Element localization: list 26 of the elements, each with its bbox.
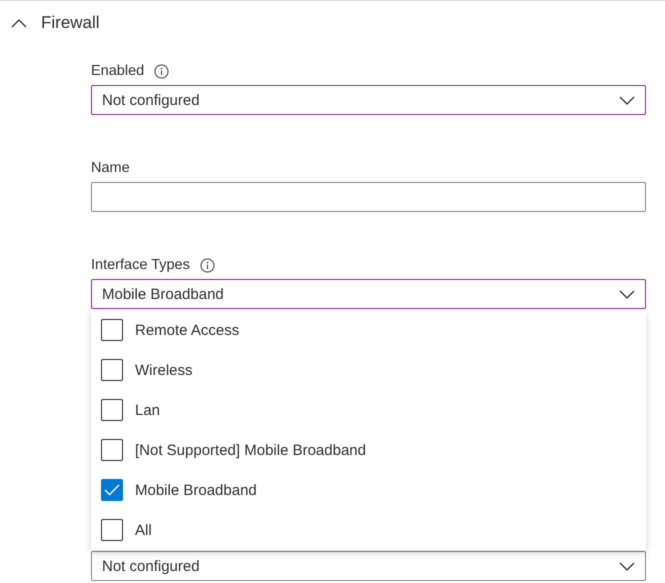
menu-option[interactable]: Remote Access [91, 310, 646, 350]
chevron-down-icon [619, 96, 635, 104]
info-icon[interactable] [200, 258, 215, 272]
chevron-down-icon [619, 562, 635, 570]
section-title: Firewall [41, 13, 100, 33]
info-icon[interactable] [154, 64, 170, 78]
menu-option[interactable]: Wireless [91, 350, 646, 390]
field-label: Interface Types [91, 257, 190, 273]
dropdown[interactable]: Mobile Broadband [91, 279, 646, 309]
checkbox[interactable] [101, 479, 123, 501]
dropdown[interactable]: Not configured [91, 551, 646, 581]
menu-option[interactable]: Lan [91, 390, 646, 430]
checkbox[interactable] [101, 359, 123, 381]
checkbox[interactable] [101, 319, 123, 341]
menu-option[interactable]: All [91, 510, 646, 550]
checkbox[interactable] [101, 439, 123, 461]
checkbox[interactable] [101, 519, 123, 541]
checkmark-icon [104, 484, 120, 496]
dropdown[interactable]: Not configured [91, 85, 646, 115]
checkbox[interactable] [101, 399, 123, 421]
chevron-down-icon [619, 290, 635, 298]
menu-option[interactable]: Mobile Broadband [91, 470, 646, 510]
field-label: Name [91, 160, 130, 176]
chevron-icon [11, 18, 27, 28]
field-label: Enabled [91, 63, 144, 79]
menu-option[interactable]: [Not Supported] Mobile Broadband [91, 430, 646, 470]
